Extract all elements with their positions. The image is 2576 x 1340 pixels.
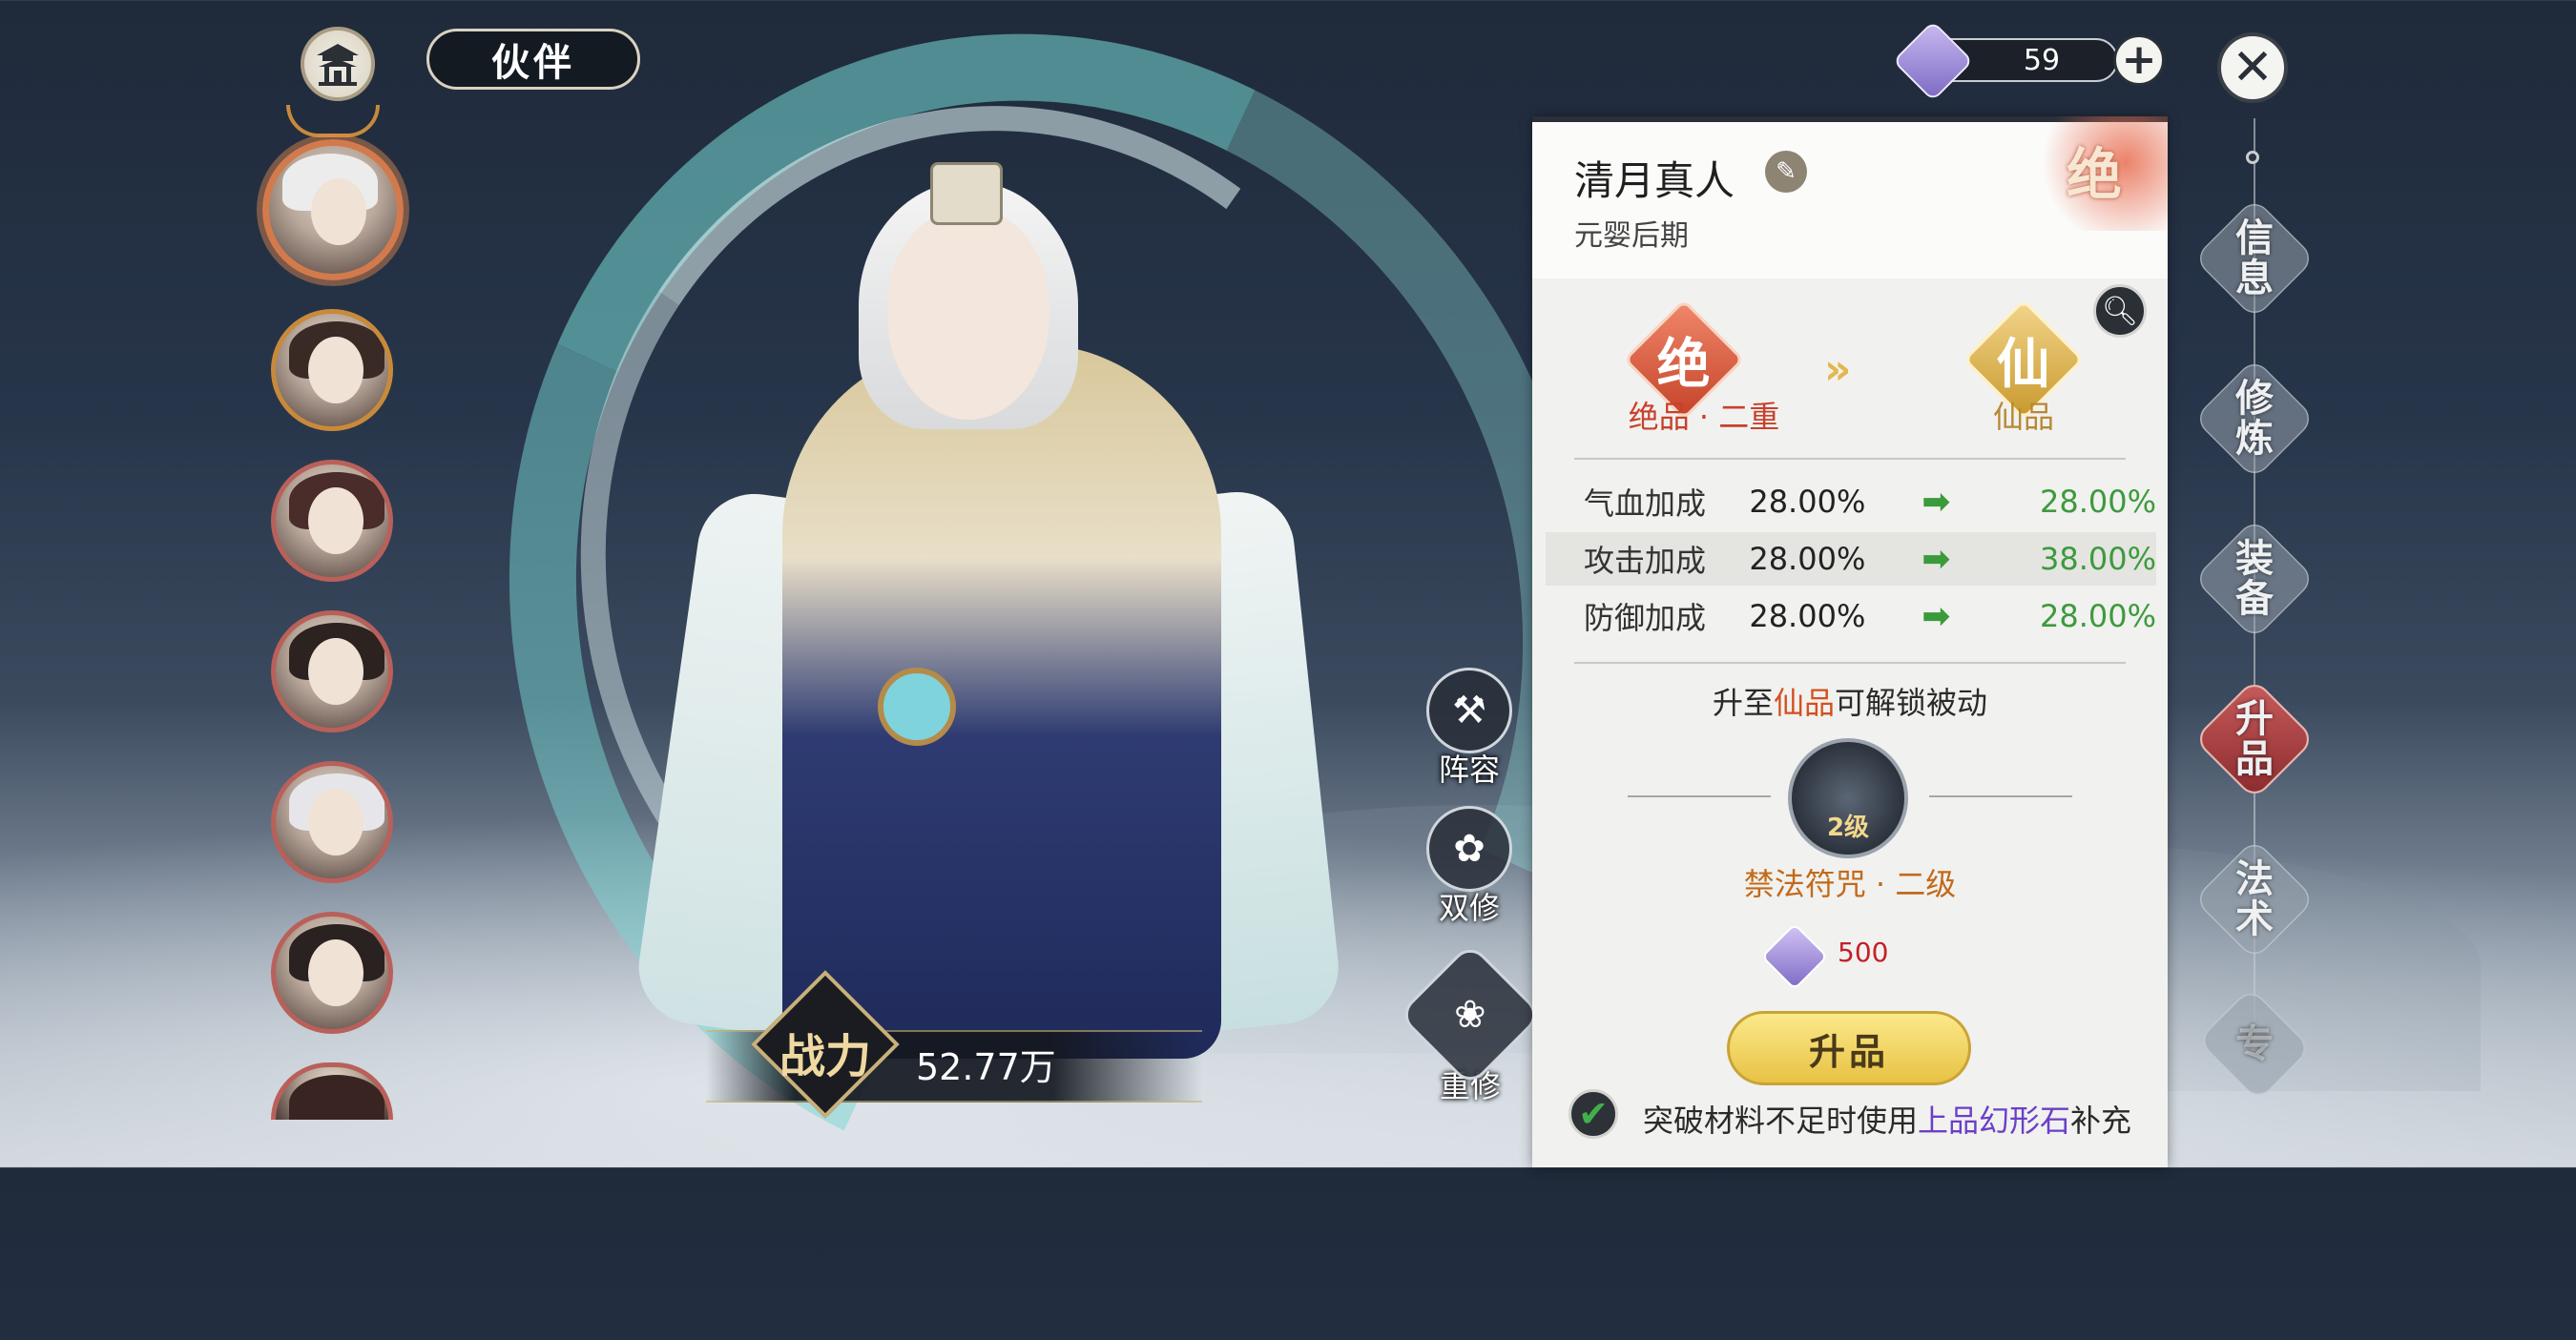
grade-corner-badge: 绝 [2028,116,2168,231]
note-icon[interactable]: ✎ [1765,151,1807,193]
tab-label: 信息 [2235,216,2274,300]
tab-equipment[interactable]: 装备 [2192,517,2316,641]
portrait[interactable] [271,309,393,431]
stat-to: 28.00% [2039,598,2156,634]
home-button[interactable] [301,27,375,101]
character-name: 清月真人 [1574,157,1735,204]
combat-power-value: 52.77万 [916,1046,1056,1088]
stat-name: 气血加成 [1584,485,1707,522]
axe-icon: ⚒ [1426,668,1512,753]
auto-fill-checkbox[interactable]: ✔ [1568,1089,1618,1139]
dual-cultivation-label: 双修 [1438,890,1500,926]
tab-spells[interactable]: 法术 [2192,837,2316,961]
upgrade-button[interactable]: 升品 [1727,1011,1971,1085]
current-grade-glyph: 绝 [1657,333,1711,396]
stat-from: 28.00% [1749,484,1866,520]
close-button[interactable]: ✕ [2217,32,2288,103]
arrow-right-icon: ➡ [1922,482,1951,522]
ornament-line [1929,795,2072,797]
tab-label: 修炼 [2235,377,2274,461]
close-icon: ✕ [2232,39,2274,96]
portrait[interactable] [271,610,393,732]
stat-to: 28.00% [2039,484,2156,520]
portrait[interactable] [271,460,393,582]
next-grade-glyph: 仙 [1997,333,2050,396]
lineup-label: 阵容 [1438,752,1500,788]
grade-corner-glyph: 绝 [2067,142,2123,207]
ornament-line [1628,795,1771,797]
portrait-selected[interactable] [262,139,404,280]
lotus-icon: ✿ [1426,806,1512,892]
skill-level-badge: 2级 [1826,814,1870,842]
tab-cultivate[interactable]: 修炼 [2192,357,2316,481]
combat-power-label: 战力 [779,1030,871,1083]
portrait[interactable] [271,761,393,883]
stat-to: 38.00% [2039,541,2156,577]
magnify-button[interactable]: 🔍︎ [2093,284,2147,338]
upgrade-cost: 500 [1838,937,1889,968]
tab-special[interactable]: 专 [2194,992,2315,1097]
divider [1574,458,2126,460]
arrow-right-icon: ➡ [1922,539,1951,579]
stat-name: 攻击加成 [1584,543,1707,579]
passive-skill-icon[interactable]: 2级 [1788,738,1908,858]
phantom-stone-icon [1892,20,1974,102]
dual-cultivation-button[interactable]: ✿ 双修 [1422,806,1517,928]
stat-row: 气血加成 28.00% ➡ 28.00% [1546,475,2156,528]
upgrade-panel: 绝 清月真人 ✎ 元婴后期 🔍︎ 绝 » 仙 绝品 · 二重 仙品 气血加成 2… [1532,116,2168,1167]
auto-fill-suffix: 补充 [2070,1103,2132,1139]
arrow-right-icon: ➡ [1922,596,1951,636]
character-art [348,0,1751,1340]
tab-label: 法术 [2235,857,2274,941]
currency-amount: 59 [2023,43,2061,77]
tab-rail-dot [2246,151,2259,164]
portrait[interactable] [271,912,393,1034]
stat-name: 防御加成 [1584,600,1707,636]
stat-row: 攻击加成 28.00% ➡ 38.00% [1546,532,2156,586]
tab-label: 专 [2235,1022,2274,1066]
auto-fill-label: 突破材料不足时使用上品幻形石补充 [1643,1097,2131,1141]
search-icon: 🔍︎ [2101,294,2139,328]
lineup-button[interactable]: ⚒ 阵容 [1422,668,1517,790]
unlock-suffix: 可解锁被动 [1835,685,1988,721]
add-currency-button[interactable]: + [2113,34,2165,86]
auto-fill-prefix: 突破材料不足时使用 [1643,1103,1919,1139]
checkmark-icon: ✔ [1578,1093,1609,1135]
tab-label: 装备 [2235,537,2274,621]
tab-label: 升品 [2235,697,2274,781]
double-chevron-right-icon: » [1824,345,1852,394]
passive-skill-name: 禁法符咒 · 二级 [1743,866,1957,902]
pavilion-icon [317,44,359,86]
phantom-stone-icon [1760,922,1829,991]
divider [1574,662,2126,664]
tab-info[interactable]: 信息 [2192,196,2316,320]
character-realm: 元婴后期 [1574,219,1689,253]
stat-row: 防御加成 28.00% ➡ 28.00% [1546,589,2156,643]
reset-cultivation-button[interactable]: ❀ 重修 [1397,941,1544,1106]
unlock-grade: 仙品 [1773,685,1835,721]
auto-fill-item: 上品幻形石 [1918,1103,2071,1139]
next-grade-label: 仙品 [1992,399,2054,435]
unlock-hint: 升至仙品可解锁被动 [1532,679,2168,723]
page-title: 伙伴 [426,29,640,90]
unlock-prefix: 升至 [1712,685,1774,721]
stat-from: 28.00% [1749,541,1866,577]
current-grade-label: 绝品 · 二重 [1628,399,1780,435]
stat-from: 28.00% [1749,598,1866,634]
tab-upgrade[interactable]: 升品 [2192,677,2316,801]
